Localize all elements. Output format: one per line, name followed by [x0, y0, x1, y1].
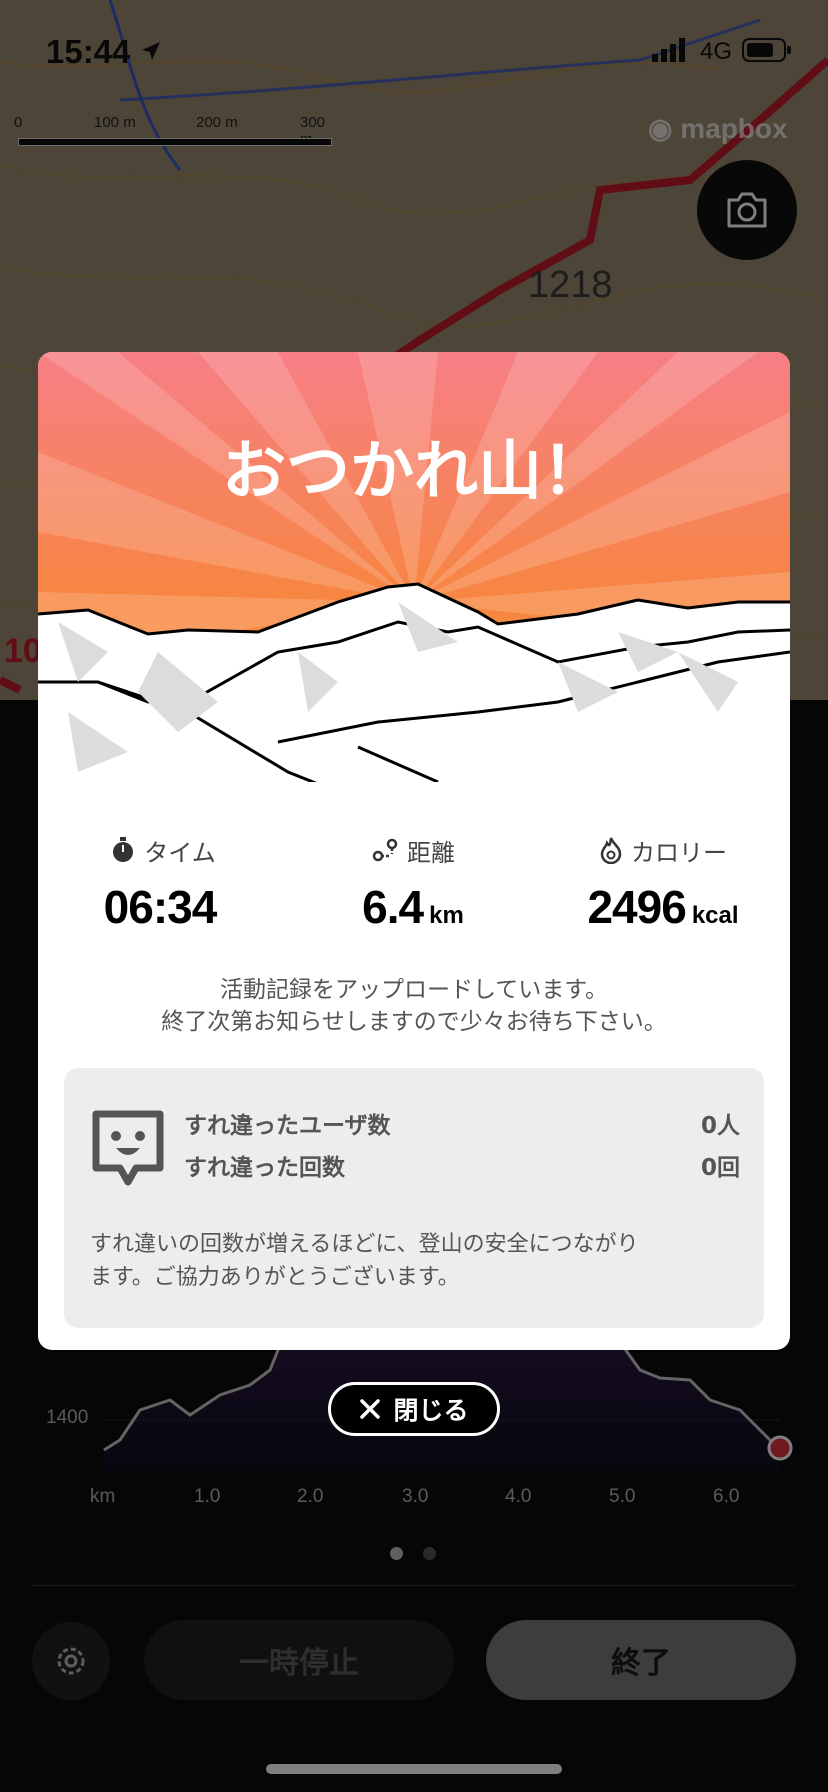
encounter-description-line: ます。ご協力ありがとうございます。 — [90, 1265, 460, 1290]
encounter-count-row: すれ違った回数 0回 — [184, 1148, 740, 1182]
stat-value: 6.4 — [362, 881, 424, 933]
encounter-card: すれ違ったユーザ数 0人 すれ違った回数 0回 すれ違いの回数が増えるほどに、登… — [64, 1068, 764, 1328]
congrats-dialog: おつかれ山！ タイム 06:34 距離 6.4 km カロリー 2496 kcal … — [38, 352, 790, 1350]
encounter-face-icon — [92, 1110, 164, 1186]
encounter-count-label: すれ違った回数 — [184, 1155, 345, 1181]
route-icon — [372, 838, 398, 862]
stopwatch-icon — [113, 837, 134, 862]
stat-label: 距離 — [407, 838, 455, 867]
stat-distance: 距離 6.4 km — [288, 830, 538, 934]
encounter-users-label: すれ違ったユーザ数 — [184, 1113, 391, 1139]
encounter-description-line: すれ違いの回数が増えるほどに、登山の安全につながり — [90, 1232, 639, 1257]
close-label: 閉じる — [393, 1396, 469, 1425]
encounter-description: すれ違いの回数が増えるほどに、登山の安全につながり ます。ご協力ありがとうござい… — [90, 1228, 740, 1294]
stat-value: 06:34 — [103, 881, 218, 933]
upload-message-line: 活動記録をアップロードしています。 — [219, 977, 608, 1003]
stat-label: タイム — [144, 838, 216, 867]
close-icon — [360, 1399, 381, 1419]
stat-value: 2496 — [587, 881, 686, 933]
close-button[interactable]: 閉じる — [328, 1382, 500, 1436]
encounter-count-value: 0回 — [700, 1155, 740, 1181]
upload-message-line: 終了次第お知らせしますので少々お待ち下さい。 — [161, 1009, 667, 1035]
encounter-users-value: 0人 — [700, 1113, 740, 1139]
stat-calories: カロリー 2496 kcal — [538, 830, 788, 934]
stats-row: タイム 06:34 距離 6.4 km カロリー 2496 kcal — [38, 830, 790, 960]
encounter-users-row: すれ違ったユーザ数 0人 — [184, 1106, 740, 1140]
stat-time: タイム 06:34 — [38, 830, 288, 934]
stat-label: カロリー — [631, 838, 727, 867]
upload-message: 活動記録をアップロードしています。 終了次第お知らせしますので少々お待ち下さい。 — [38, 974, 790, 1038]
stat-unit: km — [429, 902, 464, 929]
header-illustration — [38, 352, 790, 782]
flame-icon — [600, 837, 622, 864]
dialog-title: おつかれ山！ — [222, 435, 606, 509]
stat-unit: kcal — [691, 902, 739, 929]
